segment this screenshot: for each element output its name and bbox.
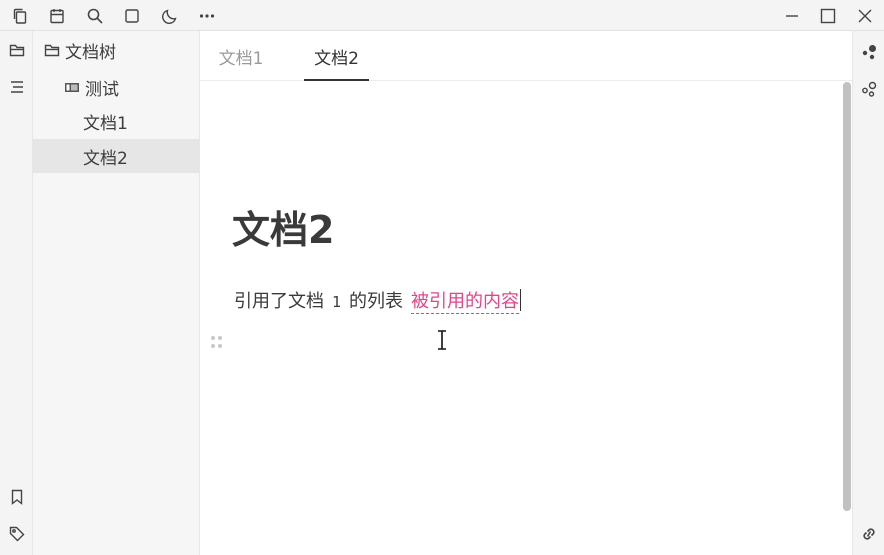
relation-graph-icon[interactable] — [856, 76, 882, 102]
file-tree: 文档树 测试 文档1 文档2 — [33, 31, 200, 555]
tree-doc-label: 文档1 — [83, 113, 128, 134]
bookmark-icon[interactable] — [4, 484, 30, 510]
tab-doc2[interactable]: 文档2 — [304, 31, 369, 81]
tab-label: 文档2 — [314, 48, 359, 69]
backlink-icon[interactable] — [856, 521, 882, 547]
close-icon[interactable] — [852, 3, 878, 29]
editor-panel: 文档1 文档2 文档2 引用了文档 1 的列表 被引用的内容 — [200, 31, 852, 555]
scrollbar-thumb[interactable] — [843, 82, 851, 511]
minimize-icon[interactable] — [779, 3, 805, 29]
paragraph-number: 1 — [332, 293, 342, 311]
tree-notebook[interactable]: 测试 — [33, 70, 199, 104]
maximize-icon[interactable] — [815, 3, 841, 29]
tree-doc-item[interactable]: 文档1 — [33, 104, 199, 138]
tree-doc-label: 文档2 — [83, 148, 128, 169]
folder-icon — [43, 41, 61, 59]
tab-doc1[interactable]: 文档1 — [214, 31, 268, 81]
outline-icon[interactable] — [4, 74, 30, 100]
graph-icon[interactable] — [856, 39, 882, 65]
right-dock — [852, 31, 884, 555]
tree-root[interactable]: 文档树 — [33, 33, 199, 67]
notebook-icon — [63, 78, 81, 96]
block-reference-link[interactable]: 被引用的内容 — [411, 291, 520, 314]
paragraph-text: 引用了文档 — [234, 291, 324, 312]
text-cursor-icon — [436, 329, 448, 351]
square-icon[interactable] — [119, 3, 145, 29]
folder-icon[interactable] — [4, 37, 30, 63]
tree-root-label: 文档树 — [65, 42, 116, 63]
search-icon[interactable] — [82, 3, 108, 29]
top-toolbar — [0, 0, 884, 31]
text-caret — [520, 289, 522, 311]
tab-label: 文档1 — [218, 48, 264, 69]
more-icon[interactable] — [194, 3, 220, 29]
drag-handle-icon[interactable] — [209, 334, 225, 352]
moon-icon[interactable] — [157, 3, 183, 29]
copy-icon[interactable] — [7, 3, 33, 29]
tag-icon[interactable] — [4, 521, 30, 547]
document-title[interactable]: 文档2 — [232, 199, 334, 254]
calendar-icon[interactable] — [44, 3, 70, 29]
tree-doc-item[interactable]: 文档2 — [33, 139, 199, 173]
paragraph-text-suffix: 的列表 — [349, 291, 404, 312]
paragraph-block[interactable]: 引用了文档 1 的列表 被引用的内容 — [234, 287, 522, 314]
tab-bar: 文档1 文档2 — [200, 31, 852, 81]
left-dock — [0, 31, 33, 555]
tree-notebook-label: 测试 — [85, 79, 119, 100]
